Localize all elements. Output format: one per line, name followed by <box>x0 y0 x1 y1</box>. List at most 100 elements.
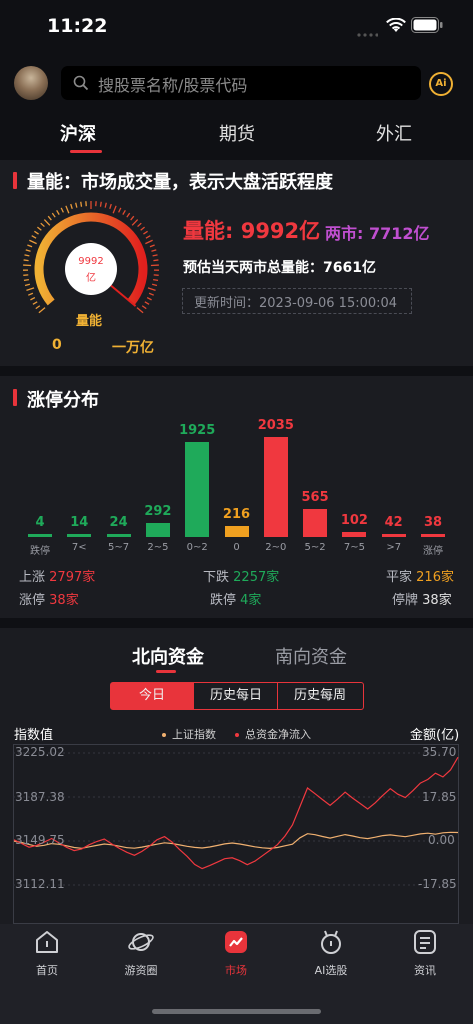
limit-title: 涨停分布 <box>27 390 99 411</box>
tabbar-item-news[interactable]: 资讯 <box>390 928 460 978</box>
segment-history-daily[interactable]: 历史每日 <box>193 683 278 709</box>
limit-bar-category: 0~2 <box>186 542 208 553</box>
wifi-icon <box>386 17 406 38</box>
gauge-tick <box>56 209 60 215</box>
gauge-tick <box>26 287 35 292</box>
planet-icon <box>128 933 154 951</box>
limit-bar-value: 292 <box>144 503 172 519</box>
y-right-tick: 17.85 <box>422 790 457 804</box>
limit-bar <box>145 522 170 537</box>
stat-halt: 停牌 38家 <box>392 593 452 608</box>
y-right-axis-label: 金额(亿) <box>410 728 460 743</box>
gauge-tick <box>145 239 153 245</box>
segment-history-weekly[interactable]: 历史每周 <box>277 683 362 709</box>
capital-flow-chart <box>13 744 459 924</box>
gauge-tick <box>130 215 135 221</box>
limit-bar-value: 14 <box>70 515 89 530</box>
limit-bar-category: 跌停 <box>30 546 50 557</box>
limit-bar <box>67 534 92 537</box>
avatar[interactable] <box>14 66 48 100</box>
stat-limit-down: 跌停 4家 <box>210 593 262 608</box>
gauge-label: 量能 <box>76 314 103 329</box>
limit-bar <box>224 526 249 537</box>
gauge-tick <box>137 222 142 228</box>
limit-bar-value: 38 <box>423 515 443 530</box>
market-value: 两市: 7712亿 <box>325 224 430 243</box>
limit-bar-category: 2~0 <box>265 542 287 553</box>
update-time: 更新时间：2023-09-06 15:00:04 <box>194 296 398 311</box>
section-marker <box>13 172 17 189</box>
segment-today[interactable]: 今日 <box>111 683 193 709</box>
ai-assistant-icon[interactable]: Ai <box>429 72 453 96</box>
gauge-tick <box>99 201 102 207</box>
gauge-min: 0 <box>52 337 62 353</box>
tabbar-item-market[interactable]: 市场 <box>201 928 271 978</box>
y-left-tick: 3187.38 <box>15 790 65 804</box>
gauge-tick <box>65 205 70 214</box>
stat-up: 上涨 2797家 <box>19 570 96 585</box>
limit-bar <box>28 534 52 537</box>
limit-bar-category: 5~2 <box>304 542 326 553</box>
gauge-tick <box>140 226 145 231</box>
chart-frame <box>13 744 459 924</box>
tab-northbound[interactable]: 北向资金 <box>132 643 204 669</box>
gauge-tick <box>148 292 154 296</box>
gauge-tick <box>109 203 112 210</box>
legend-index: 上证指数 <box>162 726 216 742</box>
limit-bar-category: 2~5 <box>147 542 169 553</box>
stat-limit-up: 涨停 38家 <box>19 593 79 608</box>
gauge-tick <box>141 305 147 310</box>
gauge-tick <box>23 259 29 262</box>
tabbar-label: 资讯 <box>414 964 436 977</box>
limit-bar <box>106 534 131 537</box>
tab-hushen[interactable]: 沪深 <box>60 120 96 146</box>
tabbar-label: AI选股 <box>314 964 348 977</box>
tab-forex[interactable]: 外汇 <box>376 120 412 146</box>
limit-bar-value: 42 <box>384 515 403 530</box>
gauge-tick <box>51 212 56 218</box>
gauge-tick <box>144 301 150 305</box>
gauge-tick <box>153 259 159 262</box>
gauge-tick <box>147 287 156 292</box>
gauge-tick <box>29 239 37 245</box>
gauge-tick <box>143 230 148 235</box>
gauge-tick <box>30 297 36 301</box>
news-icon <box>414 930 436 954</box>
gauge-tick <box>131 219 139 226</box>
section-marker <box>13 389 17 406</box>
tabbar-item-ai[interactable]: AI选股 <box>296 928 366 978</box>
battery-icon <box>411 17 443 37</box>
tabbar-label: 市场 <box>225 964 247 977</box>
gauge-tick <box>104 202 107 208</box>
limit-bar-value: 1925 <box>179 423 216 439</box>
gauge-tick <box>118 207 122 213</box>
gauge-tick <box>151 283 158 287</box>
gauge-tick <box>31 235 37 239</box>
gauge-tick <box>32 301 38 305</box>
gauge-tick <box>38 307 46 314</box>
limit-bar-value: 565 <box>301 490 329 506</box>
status-time: 11:22 <box>47 15 108 37</box>
home-indicator <box>152 1009 321 1014</box>
search-placeholder: 搜股票名称/股票代码 <box>98 76 248 95</box>
gauge-tick <box>122 209 126 215</box>
gauge-tick <box>70 203 73 210</box>
limit-bar <box>381 534 406 537</box>
cellular-signal-icon <box>356 26 379 45</box>
limit-bar-category: >7 <box>386 542 402 553</box>
limit-bar-category: 5~7 <box>108 542 130 553</box>
gauge-tick <box>152 254 158 257</box>
limit-bar-category: 涨停 <box>423 546 443 557</box>
energy-value: 量能: 9992亿 <box>183 219 321 243</box>
gauge-tick <box>112 205 117 214</box>
gauge-tick <box>35 305 41 310</box>
gauge-value: 9992 <box>78 256 104 267</box>
series-line-index <box>13 831 459 850</box>
tabbar-item-home[interactable]: 首页 <box>12 928 82 978</box>
tab-futures[interactable]: 期货 <box>219 120 255 146</box>
y-left-tick: 3149.75 <box>15 833 65 847</box>
series-line-netflow <box>13 756 459 870</box>
tab-southbound[interactable]: 南向资金 <box>275 643 347 669</box>
gauge-tick <box>24 283 31 287</box>
tabbar-item-circle[interactable]: 游资圈 <box>106 928 176 978</box>
